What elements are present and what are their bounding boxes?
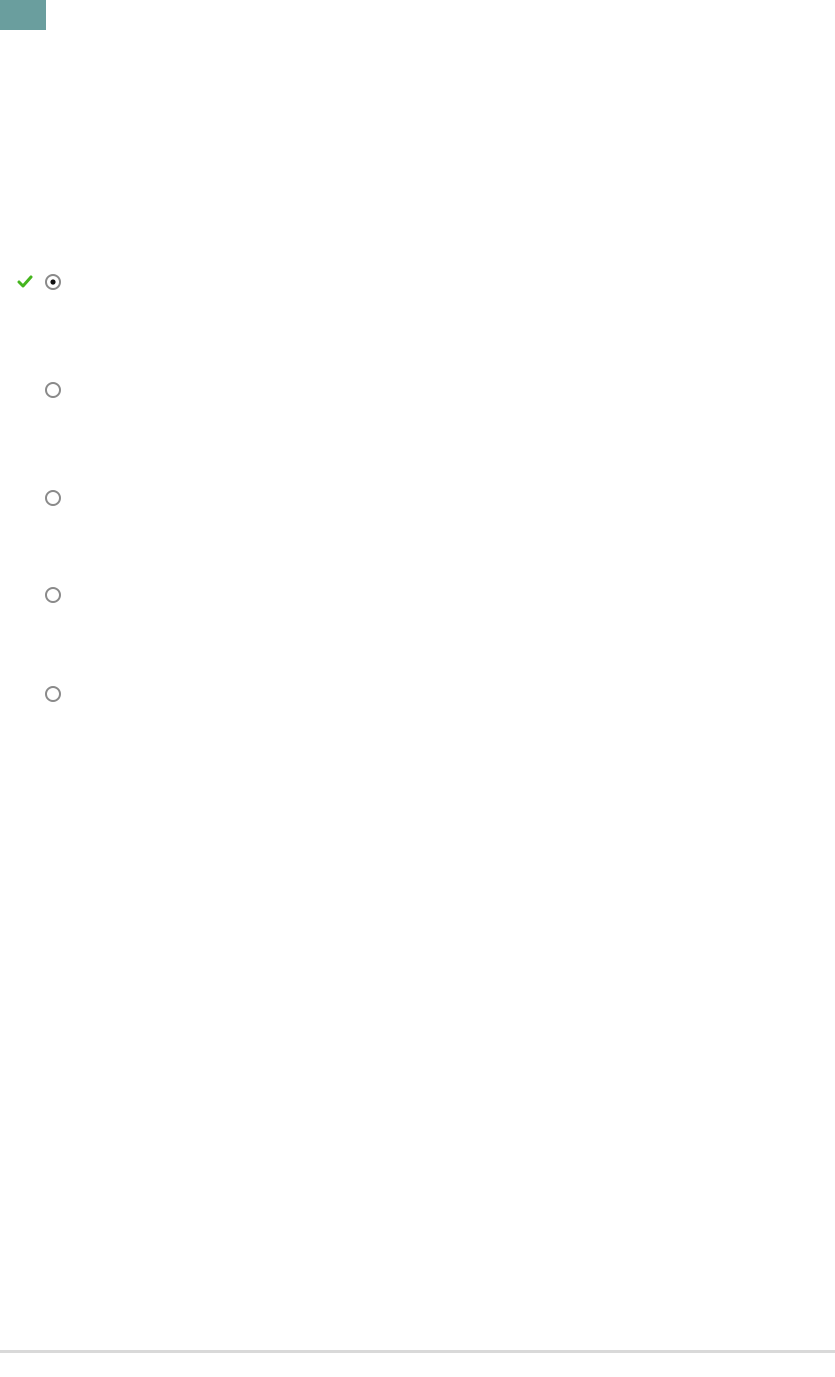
answer-option-5[interactable] xyxy=(0,684,200,710)
answer-option-2[interactable] xyxy=(0,380,200,406)
answer-option-1[interactable] xyxy=(0,272,200,298)
answer-option-3[interactable] xyxy=(0,488,200,514)
footer-divider xyxy=(0,1350,835,1353)
radio-button[interactable] xyxy=(43,488,63,508)
radio-button[interactable] xyxy=(43,585,63,605)
radio-button[interactable] xyxy=(43,380,63,400)
check-icon xyxy=(17,275,33,288)
header-color-block xyxy=(0,0,46,30)
radio-button[interactable] xyxy=(43,684,63,704)
answer-option-4[interactable] xyxy=(0,585,200,611)
quiz-page xyxy=(0,0,835,1377)
radio-button[interactable] xyxy=(43,272,63,292)
